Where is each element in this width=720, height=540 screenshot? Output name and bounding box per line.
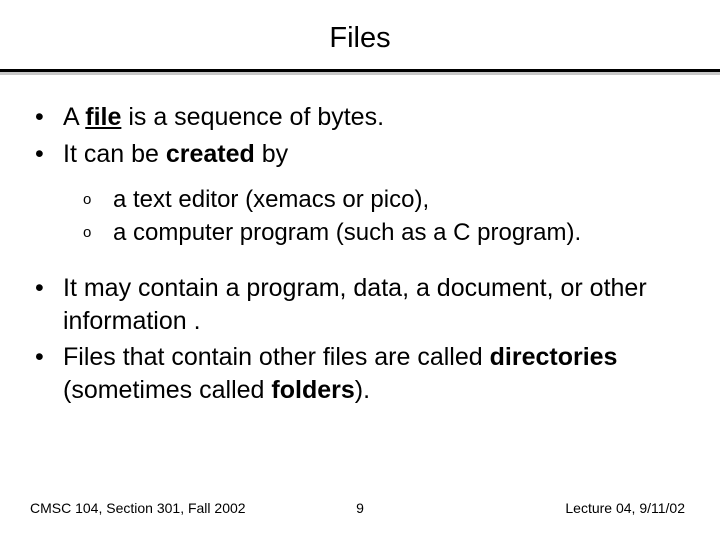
footer-right: Lecture 04, 9/11/02: [565, 500, 685, 516]
text: A: [63, 103, 85, 131]
keyword-folders: folders: [271, 376, 354, 404]
bullet-text: Files that contain other files are calle…: [63, 341, 685, 406]
footer: CMSC 104, Section 301, Fall 2002 9 Lectu…: [0, 500, 720, 516]
sub-text: a text editor (xemacs or pico),: [113, 184, 429, 215]
bullet-text: It can be created by: [63, 138, 685, 171]
sub-bullet-icon: o: [83, 217, 113, 243]
bullet-item: • It can be created by: [35, 138, 685, 171]
text: is a sequence of bytes.: [121, 103, 384, 131]
sub-list: o a text editor (xemacs or pico), o a co…: [35, 174, 685, 256]
sub-text: a computer program (such as a C program)…: [113, 217, 581, 248]
text: ).: [355, 376, 370, 404]
slide-number: 9: [356, 500, 364, 516]
bullet-item: • Files that contain other files are cal…: [35, 341, 685, 406]
bullet-icon: •: [35, 341, 63, 374]
text: (sometimes called: [63, 376, 271, 404]
bullet-text: A file is a sequence of bytes.: [63, 101, 685, 134]
bullet-item: • A file is a sequence of bytes.: [35, 101, 685, 134]
keyword-created: created: [166, 140, 255, 168]
bullet-icon: •: [35, 138, 63, 171]
keyword-file: file: [85, 103, 121, 131]
bullet-icon: •: [35, 101, 63, 134]
text: Files that contain other files are calle…: [63, 343, 490, 371]
slide-body: • A file is a sequence of bytes. • It ca…: [0, 75, 720, 406]
bullet-icon: •: [35, 272, 63, 305]
text: It can be: [63, 140, 166, 168]
bullet-item: • It may contain a program, data, a docu…: [35, 272, 685, 337]
sub-item: o a text editor (xemacs or pico),: [83, 184, 685, 215]
bullet-text: It may contain a program, data, a docume…: [63, 272, 685, 337]
text: by: [255, 140, 288, 168]
sub-bullet-icon: o: [83, 184, 113, 210]
sub-item: o a computer program (such as a C progra…: [83, 217, 685, 248]
keyword-directories: directories: [490, 343, 618, 371]
slide-title: Files: [0, 0, 720, 69]
footer-left: CMSC 104, Section 301, Fall 2002: [30, 500, 246, 516]
